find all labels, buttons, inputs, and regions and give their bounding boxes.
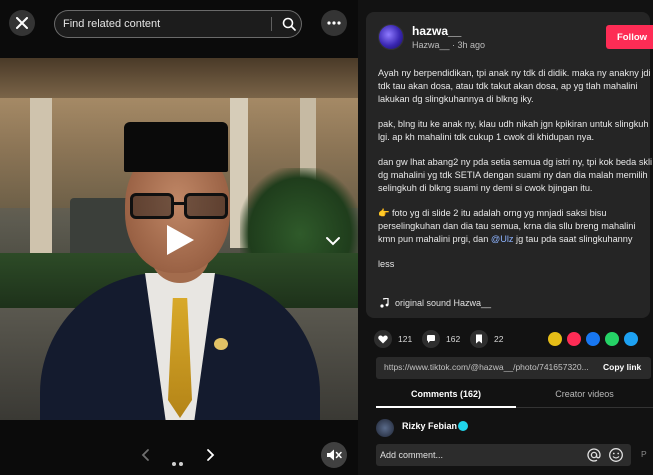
search-divider [271,17,272,31]
action-row: 121 162 22 [374,330,653,350]
bookmark-icon [476,334,482,344]
tab-creator-videos[interactable]: Creator videos [516,384,653,408]
facebook-icon[interactable] [586,332,600,346]
play-button[interactable] [161,222,197,258]
share-link-row: https://www.tiktok.com/@hazwa__/photo/74… [376,357,651,379]
comment-count: 162 [446,334,461,344]
video-pane [0,0,358,475]
tiktok-repost-icon[interactable] [548,332,562,346]
save-count: 22 [494,334,504,344]
caption-paragraph: dan gw lhat abang2 ny pda setia semua dg… [378,157,653,193]
music-label: original sound Hazwa__ [395,298,492,308]
comment-button[interactable]: 162 [422,330,460,348]
caption-text: jg tau pda saat slingkuhanny [513,234,633,244]
more-options-button[interactable] [321,10,347,36]
lapel-pin [214,338,228,350]
search-icon [282,17,296,31]
post-comment-button[interactable]: P [641,449,647,459]
author-card: hazwa__ Hazwa__ · 3h ago Follow Ayah ny … [366,12,653,318]
commenter-avatar[interactable] [376,419,394,437]
like-button[interactable]: 121 [374,330,412,348]
caption-paragraph: Ayah ny berpendidikan, tpi anak ny tdk d… [378,68,651,104]
search-box [54,10,302,38]
building-column [30,98,52,258]
chevron-down-icon [326,237,340,246]
author-avatar[interactable] [378,24,404,50]
comment-input-bar [376,444,631,466]
commenter-name[interactable]: Rizky Febian [402,421,457,431]
music-note-icon [380,298,389,308]
follow-button[interactable]: Follow [606,25,653,49]
meta-separator: · [449,40,458,50]
details-panel: hazwa__ Hazwa__ · 3h ago Follow Ayah ny … [358,0,653,475]
search-button[interactable] [277,12,301,36]
search-input[interactable] [63,11,268,37]
video-bottom-bar [0,437,358,475]
slide-indicator [172,453,186,466]
share-link-url[interactable]: https://www.tiktok.com/@hazwa__/photo/74… [384,362,599,372]
comment-tabs: Comments (162) Creator videos [376,384,653,408]
previous-slide-button[interactable] [138,447,154,463]
comment-item: Rizky Febian [376,418,651,437]
verified-badge-icon [458,421,468,431]
like-count: 121 [398,334,413,344]
copy-link-button[interactable]: Copy link [603,362,641,372]
caption-paragraph: pak, blng itu ke anak ny, klau udh nikah… [378,119,649,142]
twitter-icon[interactable] [624,332,638,346]
caption-paragraph: 👉 foto yg di slide 2 itu adalah orng yg … [378,207,653,246]
person-cap [124,122,228,172]
mute-button[interactable] [321,442,347,468]
pocket-icon[interactable] [567,332,581,346]
music-link[interactable]: original sound Hazwa__ [380,298,491,308]
heart-icon [378,335,388,343]
more-dots-icon [327,21,341,25]
at-mention-icon[interactable] [586,447,602,463]
comment-input[interactable] [380,446,580,464]
author-handle[interactable]: Hazwa__ [412,40,450,50]
close-icon [16,17,28,29]
save-button[interactable]: 22 [470,330,503,348]
emoji-icon[interactable] [608,447,624,463]
chevron-left-icon [141,449,149,461]
post-caption: Ayah ny berpendidikan, tpi anak ny tdk d… [378,67,653,283]
author-username[interactable]: hazwa__ [412,24,461,38]
post-time: 3h ago [457,40,486,50]
tab-comments[interactable]: Comments (162) [376,384,516,408]
mention-link[interactable]: @Ulz [491,234,514,244]
video-top-bar [0,0,358,48]
next-slide-button[interactable] [322,232,344,250]
building-roof [0,58,358,98]
speaker-muted-icon [327,449,342,461]
close-button[interactable] [9,10,35,36]
chevron-right-icon [207,449,215,461]
play-icon [167,225,194,255]
whatsapp-icon[interactable] [605,332,619,346]
comment-icon [427,335,435,343]
see-less-link[interactable]: less [378,258,653,271]
author-meta: Hazwa__ · 3h ago [412,40,485,50]
next-slide-arrow[interactable] [202,447,218,463]
person-glasses [130,193,230,219]
